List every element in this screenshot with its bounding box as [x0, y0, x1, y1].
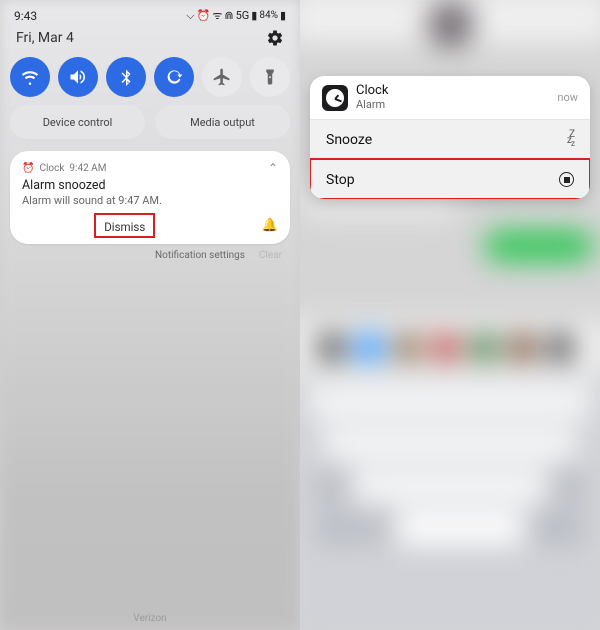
bluetooth-icon: ⌵	[186, 9, 194, 23]
snooze-icon: Z zz	[565, 132, 574, 147]
network-5g-icon: 5G	[236, 9, 250, 22]
wifi-calling-icon: ᯤ	[212, 8, 222, 23]
alarm-icon: ⏰	[197, 9, 211, 22]
qs-sound[interactable]	[58, 57, 98, 97]
clock-app-icon: ⏰	[22, 163, 34, 174]
flashlight-icon	[261, 68, 279, 86]
notification-time: 9:42 AM	[69, 163, 106, 174]
rotate-icon	[164, 67, 184, 87]
clear-all-button[interactable]: Clear	[259, 250, 282, 261]
notification-body: Alarm will sound at 9:47 AM.	[22, 194, 278, 207]
qs-airplane[interactable]	[202, 57, 242, 97]
ios-banner-when: now	[557, 91, 578, 104]
mobile-data-icon: ⋒	[224, 9, 233, 22]
qs-wifi[interactable]	[10, 57, 50, 97]
ios-banner-header[interactable]: Clock Alarm now	[310, 76, 590, 119]
status-bar: 9:43 ⌵ ⏰ ᯤ ⋒ 5G ▮ 84% ▮	[0, 0, 300, 25]
dismiss-highlight: Dismiss	[96, 215, 153, 236]
ios-alarm-banner: Clock Alarm now Snooze Z zz Stop	[310, 76, 590, 199]
airplane-icon	[212, 67, 232, 87]
ios-panel: Clock Alarm now Snooze Z zz Stop	[300, 0, 600, 630]
carrier-label: Verizon	[0, 613, 300, 624]
qs-rotate[interactable]	[154, 57, 194, 97]
quick-settings-row	[0, 53, 300, 105]
bell-icon[interactable]: 🔔	[262, 218, 278, 233]
dismiss-button[interactable]: Dismiss	[104, 220, 145, 234]
battery-text: 84%	[259, 10, 278, 21]
status-icons: ⌵ ⏰ ᯤ ⋒ 5G ▮ 84% ▮	[186, 8, 286, 23]
notification-app: Clock	[39, 163, 64, 174]
ios-banner-sub: Alarm	[356, 98, 388, 111]
bluetooth-qs-icon	[117, 68, 135, 86]
signal-icon: ▮	[251, 9, 257, 22]
ios-banner-app: Clock	[356, 84, 388, 98]
snooze-label: Snooze	[326, 132, 372, 148]
clock-app-icon	[322, 85, 348, 111]
alarm-notification-card[interactable]: ⏰ Clock 9:42 AM ⌃ Alarm snoozed Alarm wi…	[10, 151, 290, 244]
panel-date: Fri, Mar 4	[16, 30, 74, 46]
android-panel: 9:43 ⌵ ⏰ ᯤ ⋒ 5G ▮ 84% ▮ Fri, Mar 4	[0, 0, 300, 630]
settings-gear-icon[interactable]	[266, 29, 284, 47]
snooze-action[interactable]: Snooze Z zz	[310, 119, 590, 159]
wifi-icon	[20, 67, 40, 87]
stop-action[interactable]: Stop	[310, 159, 590, 199]
stop-label: Stop	[326, 172, 355, 188]
qs-flashlight[interactable]	[250, 57, 290, 97]
chevron-up-icon[interactable]: ⌃	[268, 161, 278, 175]
stop-icon	[559, 172, 574, 187]
status-time: 9:43	[14, 9, 37, 23]
device-control-button[interactable]: Device control	[10, 105, 145, 139]
media-output-button[interactable]: Media output	[155, 105, 290, 139]
notification-title: Alarm snoozed	[22, 178, 278, 193]
notification-settings-link[interactable]: Notification settings	[155, 250, 245, 261]
mute-icon	[68, 67, 88, 87]
battery-icon: ▮	[280, 9, 286, 22]
qs-bluetooth[interactable]	[106, 57, 146, 97]
